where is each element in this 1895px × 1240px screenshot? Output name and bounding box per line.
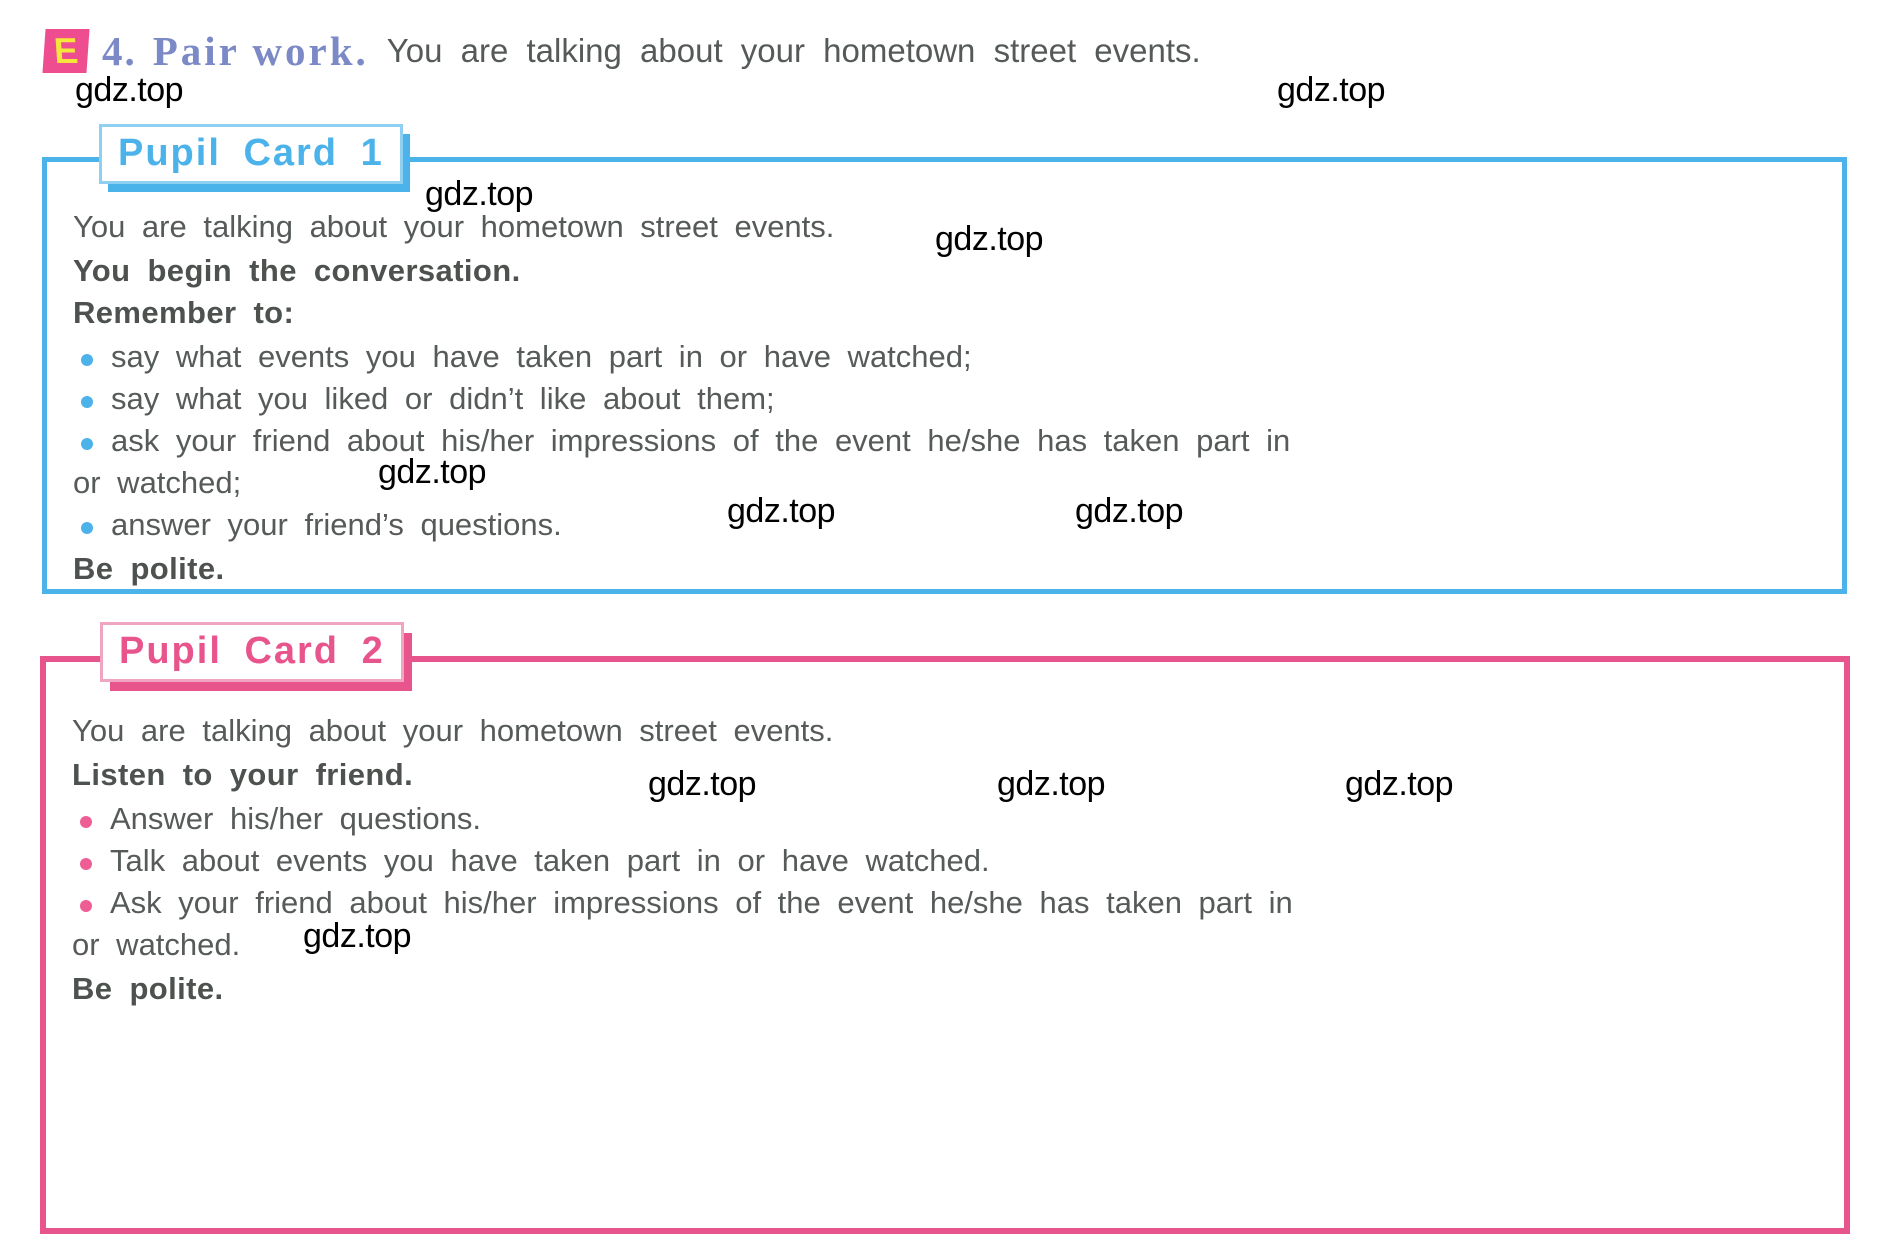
watermark: gdz.top — [648, 765, 757, 803]
pupil-card-2-label-text: Pupil Card 2 — [119, 630, 385, 672]
watermark: gdz.top — [1345, 765, 1454, 803]
exercise-number: 4. — [102, 28, 137, 74]
card1-bullet-4: answer your friend’s questions. — [73, 504, 1818, 546]
card1-bullet-2: say what you liked or didn’t like about … — [73, 378, 1818, 420]
watermark: gdz.top — [378, 453, 487, 491]
watermark: gdz.top — [935, 220, 1044, 258]
watermark: gdz.top — [1277, 71, 1386, 109]
watermark: gdz.top — [727, 492, 836, 530]
watermark: gdz.top — [1075, 492, 1184, 530]
watermark: gdz.top — [303, 917, 412, 955]
card2-line-intro: You are talking about your hometown stre… — [72, 713, 834, 748]
card2-bullet-3-text: Ask your friend about his/her impression… — [110, 885, 1293, 920]
bullet-dot-icon — [81, 396, 93, 408]
pupil-card-2-body: You are talking about your hometown stre… — [46, 662, 1844, 1010]
card1-bullet-1: say what events you have taken part in o… — [73, 336, 1818, 378]
watermark: gdz.top — [425, 175, 534, 213]
bullet-dot-icon — [80, 900, 92, 912]
card1-bullet-3: ask your friend about his/her impression… — [73, 420, 1818, 462]
card2-bullet-1-text: Answer his/her questions. — [110, 801, 481, 836]
exercise-badge-letter: E — [52, 30, 80, 71]
card2-bullet-2: Talk about events you have taken part in… — [72, 840, 1820, 882]
card1-bullet-2-text: say what you liked or didn’t like about … — [111, 381, 775, 416]
bullet-dot-icon — [80, 816, 92, 828]
watermark: gdz.top — [75, 71, 184, 109]
card2-bullet-2-text: Talk about events you have taken part in… — [110, 843, 990, 878]
card2-line-be-polite: Be polite. — [72, 971, 224, 1006]
card1-line-remember: Remember to: — [73, 295, 295, 330]
card1-bullet-4-text: answer your friend’s questions. — [111, 507, 562, 542]
pupil-card-1-label: Pupil Card 1 — [99, 124, 403, 184]
bullet-dot-icon — [80, 858, 92, 870]
exercise-header: E 4. Pair work. You are talking about yo… — [42, 22, 1744, 80]
bullet-dot-icon — [81, 438, 93, 450]
bullet-dot-icon — [81, 522, 93, 534]
card1-line-be-polite: Be polite. — [73, 551, 225, 586]
card2-line-listen: Listen to your friend. — [72, 757, 414, 792]
pupil-card-1-label-text: Pupil Card 1 — [118, 132, 384, 174]
exercise-instruction: You are talking about your hometown stre… — [386, 32, 1201, 69]
card1-bullet-1-text: say what events you have taken part in o… — [111, 339, 972, 374]
pupil-card-2-label: Pupil Card 2 — [100, 622, 404, 682]
card2-bullet-1: Answer his/her questions. — [72, 798, 1820, 840]
exercise-title: Pair work. — [152, 28, 369, 74]
card1-bullet-3-text: ask your friend about his/her impression… — [111, 423, 1291, 458]
bullet-dot-icon — [81, 354, 93, 366]
watermark: gdz.top — [997, 765, 1106, 803]
card1-bullet-3-continuation: or watched; — [73, 465, 242, 500]
exercise-badge-icon: E — [42, 29, 90, 73]
